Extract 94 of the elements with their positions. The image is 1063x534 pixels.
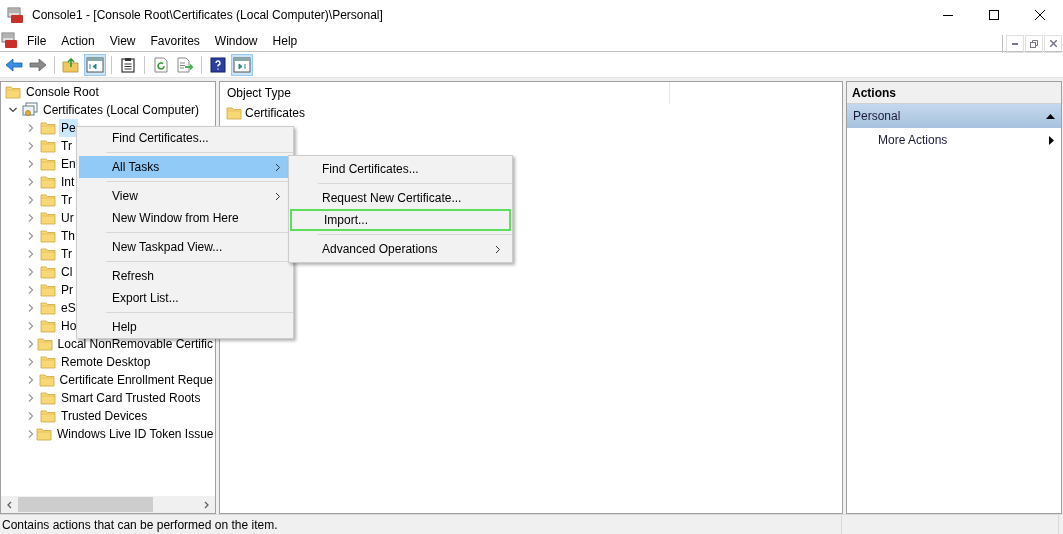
tree-item[interactable]: Tr bbox=[59, 191, 74, 209]
restore-icon bbox=[1030, 39, 1038, 48]
menu-item[interactable]: File bbox=[23, 31, 51, 50]
column-header[interactable]: Object Type bbox=[220, 82, 670, 104]
minimize-icon bbox=[943, 14, 953, 16]
folder-icon bbox=[40, 193, 56, 207]
folder-icon bbox=[40, 121, 56, 135]
tree-item[interactable]: Ho bbox=[59, 317, 79, 335]
tree-item[interactable]: Remote Desktop bbox=[59, 353, 153, 371]
tree-item[interactable]: Smart Card Trusted Roots bbox=[59, 389, 203, 407]
tree-item[interactable]: Certificates (Local Computer) bbox=[41, 101, 202, 119]
context-menu-item[interactable]: Find Certificates... bbox=[79, 127, 291, 149]
minimize-button[interactable] bbox=[1006, 34, 1024, 53]
context-menu-item[interactable]: Refresh bbox=[79, 265, 291, 287]
minimize-icon bbox=[1012, 42, 1018, 45]
folder-icon bbox=[40, 319, 56, 333]
folder-icon bbox=[40, 409, 56, 423]
context-menu-item[interactable]: Export List... bbox=[79, 287, 291, 309]
tree-item[interactable]: Int bbox=[59, 173, 77, 191]
submenu-item[interactable]: Import... bbox=[290, 209, 511, 231]
scroll-right-icon[interactable] bbox=[203, 500, 210, 509]
tree-item[interactable]: Pr bbox=[59, 281, 75, 299]
folder-icon bbox=[40, 301, 56, 315]
context-menu-item[interactable]: Help bbox=[79, 316, 291, 338]
app-icon bbox=[7, 6, 24, 24]
tree-item[interactable]: Tr bbox=[59, 137, 74, 155]
horizontal-scrollbar[interactable] bbox=[1, 496, 215, 513]
clipboard-icon bbox=[120, 56, 136, 73]
status-text: Contains actions that can be performed on the item. bbox=[0, 515, 842, 534]
certificate-icon bbox=[22, 102, 38, 118]
folder-icon bbox=[36, 337, 53, 351]
context-menu-item[interactable]: New Window from Here bbox=[79, 207, 291, 229]
folder-icon bbox=[40, 157, 56, 171]
list-item[interactable]: Certificates bbox=[245, 104, 306, 122]
folder-icon bbox=[40, 247, 56, 261]
tree-item[interactable]: Certificate Enrollment Reque bbox=[57, 371, 215, 389]
folder-icon bbox=[40, 139, 56, 153]
close-button[interactable] bbox=[1044, 34, 1062, 53]
submenu-item[interactable]: Find Certificates... bbox=[290, 158, 511, 180]
tree-item[interactable]: En bbox=[59, 155, 78, 173]
scroll-left-icon[interactable] bbox=[6, 500, 13, 509]
tree-item[interactable]: Ur bbox=[59, 209, 76, 227]
left-arrow-icon bbox=[5, 56, 23, 73]
folder-icon bbox=[40, 175, 56, 189]
chevron-down-icon[interactable] bbox=[8, 105, 18, 115]
folder-up-icon bbox=[62, 56, 80, 73]
right-arrow-icon bbox=[29, 56, 47, 73]
action-link[interactable]: More Actions bbox=[878, 131, 948, 149]
actions-section-header[interactable]: Personal bbox=[847, 104, 1061, 128]
submenu-item[interactable]: Advanced Operations bbox=[290, 238, 511, 260]
tree-item[interactable]: Local NonRemovable Certific bbox=[55, 335, 215, 353]
context-menu-item[interactable]: New Taskpad View... bbox=[79, 236, 291, 258]
folder-icon bbox=[5, 85, 21, 99]
tree-item[interactable]: Trusted Devices bbox=[59, 407, 150, 425]
scrollbar-thumb[interactable] bbox=[18, 497, 153, 512]
folder-icon bbox=[40, 211, 56, 225]
folder-icon bbox=[40, 391, 56, 405]
close-icon bbox=[1035, 10, 1045, 20]
context-menu-item[interactable]: All Tasks bbox=[79, 156, 291, 178]
folder-icon bbox=[36, 427, 52, 441]
menu-item[interactable]: View bbox=[105, 31, 140, 50]
tree-item[interactable]: Tr bbox=[59, 245, 74, 263]
submenu-item[interactable]: Request New Certificate... bbox=[290, 187, 511, 209]
tree-item[interactable]: eS bbox=[59, 299, 78, 317]
submenu-arrow-icon bbox=[1049, 135, 1054, 145]
tree-pane-icon bbox=[86, 56, 104, 73]
menu-item[interactable]: Action bbox=[57, 31, 99, 50]
folder-icon bbox=[40, 355, 56, 369]
help-icon bbox=[210, 56, 226, 73]
restore-button[interactable] bbox=[1025, 34, 1043, 53]
section-title: Personal bbox=[853, 108, 901, 125]
menu-item[interactable]: Favorites bbox=[146, 31, 204, 50]
tree-item[interactable]: Th bbox=[59, 227, 77, 245]
context-menu-item[interactable]: View bbox=[79, 185, 291, 207]
export-list-icon bbox=[176, 56, 194, 73]
window-title: Console1 - [Console Root\Certificates (Local Computer)\Personal] bbox=[32, 7, 383, 24]
actions-header: Actions bbox=[847, 82, 1061, 104]
tree-item[interactable]: Cl bbox=[59, 263, 75, 281]
tree-item[interactable]: Windows Live ID Token Issue bbox=[55, 425, 215, 443]
collapse-icon[interactable] bbox=[1046, 113, 1055, 119]
menu-item[interactable]: Help bbox=[268, 31, 302, 50]
tree-item[interactable]: Pe bbox=[59, 119, 78, 137]
folder-icon bbox=[40, 265, 56, 279]
action-pane-icon bbox=[233, 56, 251, 73]
folder-icon bbox=[40, 229, 56, 243]
close-icon bbox=[1049, 40, 1057, 47]
folder-icon bbox=[40, 283, 56, 297]
maximize-icon bbox=[989, 10, 999, 20]
tree-item[interactable]: Console Root bbox=[24, 83, 101, 101]
folder-icon bbox=[38, 373, 55, 387]
folder-icon bbox=[226, 106, 242, 120]
refresh-icon bbox=[153, 56, 169, 73]
menu-item[interactable]: Window bbox=[210, 31, 262, 50]
app-icon bbox=[1, 32, 18, 49]
